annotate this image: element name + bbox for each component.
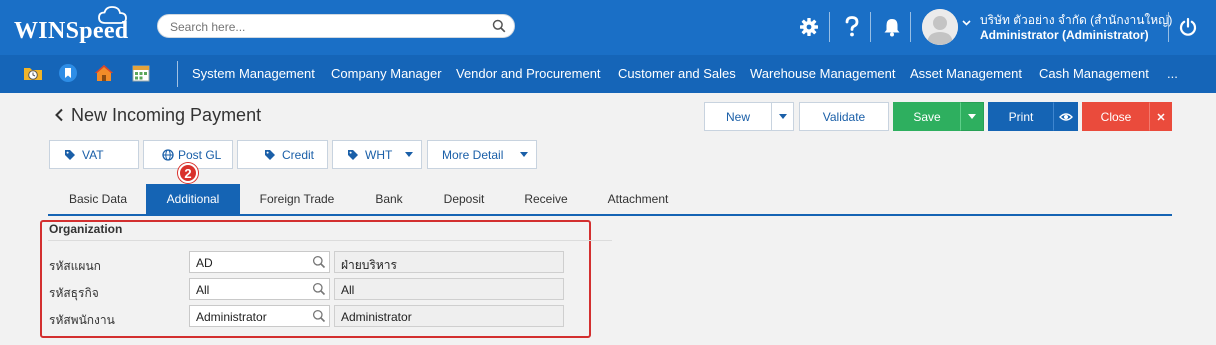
user-name: Administrator (Administrator)	[980, 28, 1149, 42]
step-badge: 2	[178, 163, 198, 183]
menu-separator	[177, 61, 178, 87]
bookmark-icon[interactable]	[58, 63, 78, 83]
caret-down-icon	[778, 114, 787, 119]
business-code-field[interactable]: All	[189, 278, 330, 300]
close-x-button[interactable]	[1149, 102, 1172, 131]
header-separator	[870, 12, 871, 42]
department-name-value: ฝ่ายบริหาร	[341, 258, 397, 272]
credit-button[interactable]: Credit	[237, 140, 328, 169]
menu-cash-management[interactable]: Cash Management	[1039, 66, 1149, 81]
home-icon[interactable]	[94, 63, 114, 83]
menu-company-manager[interactable]: Company Manager	[331, 66, 442, 81]
tab-foreign-trade[interactable]: Foreign Trade	[246, 184, 348, 214]
tab-deposit[interactable]: Deposit	[430, 184, 498, 214]
search-icon[interactable]	[312, 309, 326, 323]
page-title: New Incoming Payment	[71, 105, 262, 125]
search-icon[interactable]	[492, 19, 506, 33]
employee-code-label: รหัสพนักงาน	[49, 313, 115, 327]
tab-basic-data[interactable]: Basic Data	[56, 184, 140, 214]
search-icon[interactable]	[312, 255, 326, 269]
more-detail-label: More Detail	[442, 147, 504, 162]
department-code-label: รหัสแผนก	[49, 259, 101, 273]
tab-bank[interactable]: Bank	[357, 184, 421, 214]
save-button[interactable]: Save	[893, 102, 961, 131]
employee-name-value: Administrator	[341, 310, 412, 324]
eye-icon	[1058, 112, 1073, 121]
clock-folder-icon[interactable]	[23, 63, 43, 83]
tag-icon	[347, 149, 359, 161]
avatar[interactable]	[922, 9, 958, 45]
wht-label: WHT	[365, 147, 393, 162]
credit-label: Credit	[282, 147, 315, 162]
menu-asset-management[interactable]: Asset Management	[910, 66, 1022, 81]
validate-button[interactable]: Validate	[799, 102, 889, 131]
close-button[interactable]: Close	[1082, 102, 1150, 131]
employee-code-field[interactable]: Administrator	[189, 305, 330, 327]
menu-warehouse-management[interactable]: Warehouse Management	[750, 66, 896, 81]
print-button[interactable]: Print	[988, 102, 1054, 131]
vat-label: VAT	[82, 147, 104, 162]
calendar-icon[interactable]	[131, 63, 151, 83]
wht-button[interactable]: WHT	[332, 140, 422, 169]
post-gl-label: Post GL	[178, 147, 222, 162]
department-code-value: AD	[196, 256, 213, 270]
business-code-value: All	[196, 283, 210, 297]
tab-attachment[interactable]: Attachment	[598, 184, 678, 214]
back-chevron-icon[interactable]	[54, 108, 64, 122]
menu-system-management[interactable]: System Management	[192, 66, 315, 81]
caret-down-icon	[520, 152, 528, 157]
search-icon[interactable]	[312, 282, 326, 296]
power-icon[interactable]	[1175, 14, 1201, 40]
department-name-field: ฝ่ายบริหาร	[334, 251, 564, 273]
help-icon[interactable]	[839, 14, 865, 40]
tag-icon	[64, 149, 76, 161]
top-bar: WINSpeed Search here... บริษัท ตัวอย่าง …	[0, 0, 1216, 55]
close-icon	[1156, 112, 1165, 121]
save-dropdown-button[interactable]	[960, 102, 984, 131]
menu-bar	[0, 55, 1216, 93]
section-title: Organization	[49, 222, 123, 236]
new-button[interactable]: New	[704, 102, 772, 131]
vat-button[interactable]: VAT	[49, 140, 139, 169]
tabs-underline	[48, 214, 1172, 216]
bell-icon[interactable]	[879, 14, 905, 40]
menu-more[interactable]: ...	[1167, 66, 1178, 81]
chevron-down-icon[interactable]	[962, 20, 971, 26]
caret-down-icon	[405, 152, 413, 157]
tab-receive[interactable]: Receive	[512, 184, 580, 214]
more-detail-button[interactable]: More Detail	[427, 140, 537, 169]
section-divider	[48, 240, 612, 241]
header-separator	[1168, 12, 1169, 42]
business-code-label: รหัสธุรกิจ	[49, 286, 99, 300]
menu-vendor-procurement[interactable]: Vendor and Procurement	[456, 66, 601, 81]
app-logo[interactable]: WINSpeed	[14, 18, 128, 45]
preview-button[interactable]	[1053, 102, 1078, 131]
tag-icon	[264, 149, 276, 161]
tab-additional[interactable]: Additional	[146, 184, 240, 214]
employee-name-field: Administrator	[334, 305, 564, 327]
menu-customer-sales[interactable]: Customer and Sales	[618, 66, 736, 81]
gear-icon[interactable]	[796, 14, 822, 40]
header-separator	[829, 12, 830, 42]
header-separator	[910, 12, 911, 42]
department-code-field[interactable]: AD	[189, 251, 330, 273]
employee-code-value: Administrator	[196, 310, 267, 324]
search-box[interactable]	[157, 14, 515, 38]
business-name-value: All	[341, 283, 355, 297]
new-dropdown-button[interactable]	[771, 102, 794, 131]
globe-icon	[162, 148, 174, 161]
caret-down-icon	[968, 114, 976, 119]
business-name-field: All	[334, 278, 564, 300]
search-input[interactable]	[170, 18, 490, 35]
